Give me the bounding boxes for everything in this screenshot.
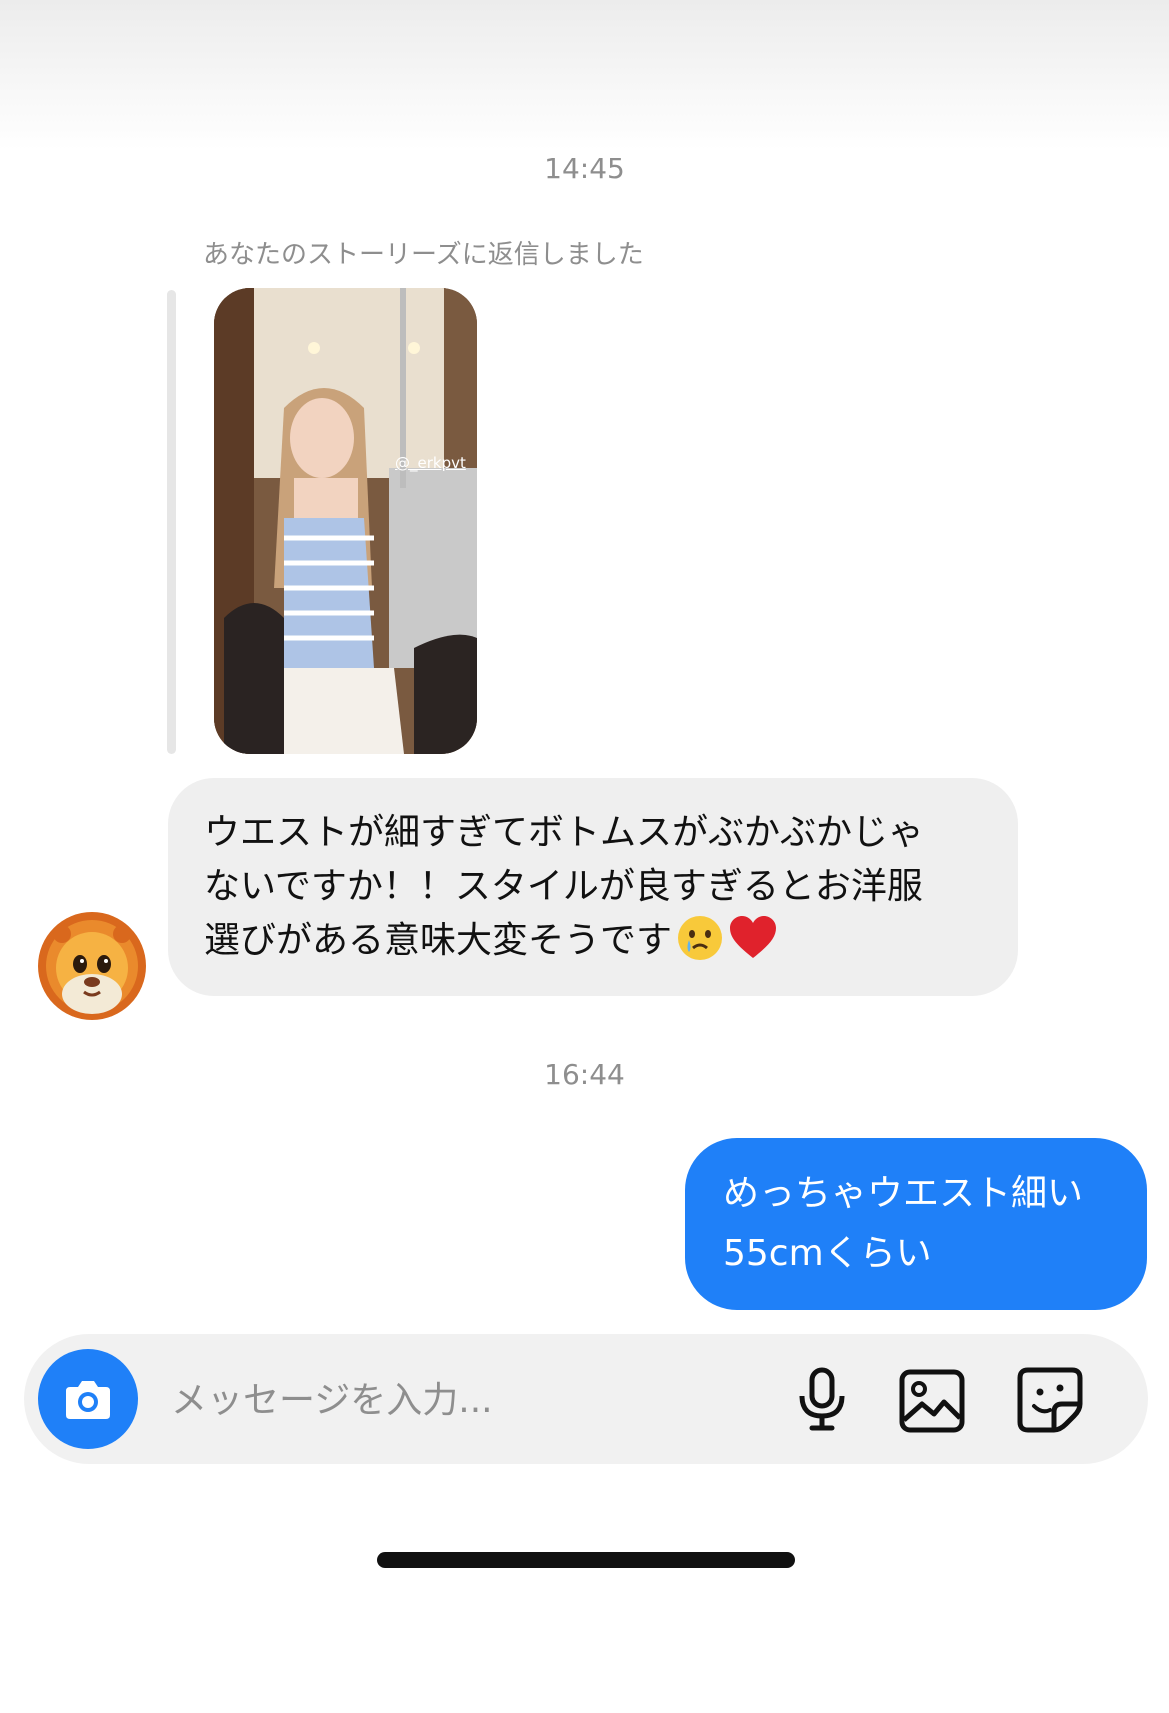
story-username-tag: @_erkpvt bbox=[395, 454, 466, 472]
camera-icon bbox=[66, 1381, 110, 1419]
incoming-message-line-3: 選びがある意味大変そうです bbox=[204, 914, 988, 978]
message-input[interactable] bbox=[169, 1364, 773, 1436]
camera-button[interactable] bbox=[38, 1349, 138, 1449]
incoming-message-line-3-text: 選びがある意味大変そうです bbox=[204, 920, 673, 961]
home-indicator[interactable] bbox=[377, 1552, 795, 1568]
story-thumbnail[interactable]: @_erkpvt bbox=[214, 288, 477, 754]
sender-avatar-lion-icon[interactable] bbox=[36, 906, 148, 1024]
message-composer bbox=[24, 1334, 1148, 1464]
outgoing-message-bubble[interactable]: めっちゃウエスト細い 55cmくらい bbox=[685, 1138, 1147, 1310]
outgoing-message-line-1: めっちゃウエスト細い bbox=[723, 1173, 1084, 1214]
timestamp-2: 16:44 bbox=[544, 1058, 625, 1091]
story-photo bbox=[214, 288, 477, 754]
sticker-icon[interactable] bbox=[1014, 1364, 1086, 1436]
incoming-message-line-2: ないですか！！スタイルが良すぎるとお洋服 bbox=[204, 866, 923, 907]
timestamp-1: 14:45 bbox=[544, 152, 625, 185]
microphone-icon[interactable] bbox=[786, 1364, 858, 1436]
crying-face-icon bbox=[676, 914, 724, 978]
incoming-message-line-1: ウエストが細すぎてボトムスがぶかぶかじゃ bbox=[204, 812, 925, 853]
story-reply-bar bbox=[167, 290, 176, 754]
incoming-message-bubble[interactable]: ウエストが細すぎてボトムスがぶかぶかじゃ ないですか！！スタイルが良すぎるとお洋… bbox=[168, 778, 1018, 996]
outgoing-message-line-2: 55cmくらい bbox=[723, 1233, 932, 1274]
top-bar-fade bbox=[0, 0, 1169, 150]
story-reply-caption: あなたのストーリーズに返信しました bbox=[203, 240, 644, 270]
red-heart-icon bbox=[728, 914, 778, 978]
image-icon[interactable] bbox=[896, 1364, 968, 1436]
